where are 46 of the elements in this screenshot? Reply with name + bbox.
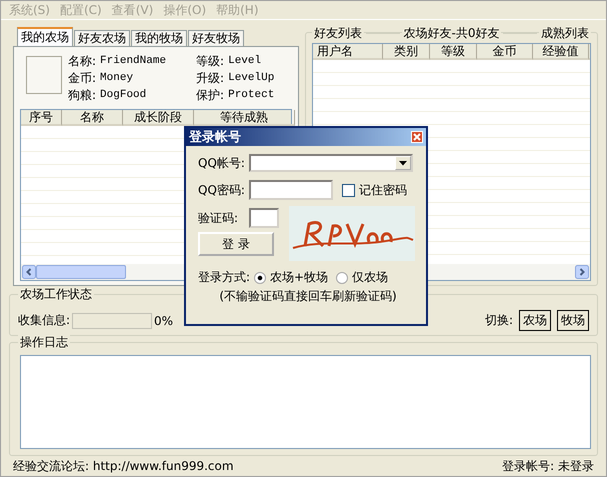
progress-reading: 0%	[154, 314, 174, 328]
field-label: 验证码:	[198, 210, 240, 226]
account-dropdown[interactable]	[249, 154, 413, 172]
close-button[interactable]	[411, 131, 423, 143]
switch-button[interactable]: 牧场	[557, 310, 589, 331]
tab[interactable]: 好友牧场	[188, 30, 244, 46]
avatar-placeholder	[26, 56, 62, 94]
group-title: 成熟列表	[539, 24, 591, 42]
dropdown-arrow-icon	[399, 160, 407, 166]
field-label: QQ帐号:	[198, 154, 246, 172]
mode-radio[interactable]: 仅农场	[336, 269, 388, 286]
info-label: 名称:	[68, 53, 96, 70]
info-value: Protect	[227, 88, 274, 103]
field-label: QQ密码:	[198, 182, 246, 198]
close-icon	[413, 133, 421, 141]
captcha-field[interactable]	[249, 208, 279, 228]
info-value: FriendName	[99, 54, 168, 69]
collect-label: 收集信息:	[18, 312, 70, 329]
info-value: LevelUp	[227, 71, 274, 86]
remember-checkbox[interactable]: 记住密码	[342, 182, 407, 198]
info-value: Money	[99, 71, 134, 86]
hint-text: (不输验证码直接回车刷新验证码)	[218, 288, 398, 305]
switch-button[interactable]: 农场	[519, 310, 551, 331]
login-button[interactable]: 登 录	[198, 232, 274, 256]
tab[interactable]: 我的牧场	[131, 30, 187, 46]
password-field[interactable]	[249, 180, 333, 200]
scroll-right-icon	[575, 265, 589, 279]
scroll-left-icon	[22, 265, 36, 279]
info-value: DogFood	[99, 88, 148, 103]
switch-label: 切换:	[484, 312, 513, 329]
info-label: 金币:	[68, 70, 96, 87]
dialog-title: 登录帐号	[189, 129, 241, 146]
info-value: Level	[227, 54, 262, 69]
scroll-thumb[interactable]	[36, 265, 126, 279]
info-label: 保护:	[196, 87, 224, 104]
tab[interactable]: 好友农场	[74, 30, 130, 46]
mode-radio[interactable]: 农场+牧场	[254, 269, 328, 286]
tab[interactable]: 我的农场	[17, 27, 73, 46]
account-status: 登录帐号: 未登录	[502, 458, 594, 474]
info-label: 升级:	[196, 70, 224, 87]
group-title: 农场好友-共0好友	[402, 24, 502, 42]
group-title: 操作日志	[18, 335, 70, 349]
info-label: 等级:	[196, 53, 224, 70]
info-label: 狗粮:	[68, 87, 96, 104]
group-title: 农场工作状态	[18, 287, 94, 301]
group-title: 好友列表	[312, 24, 364, 42]
